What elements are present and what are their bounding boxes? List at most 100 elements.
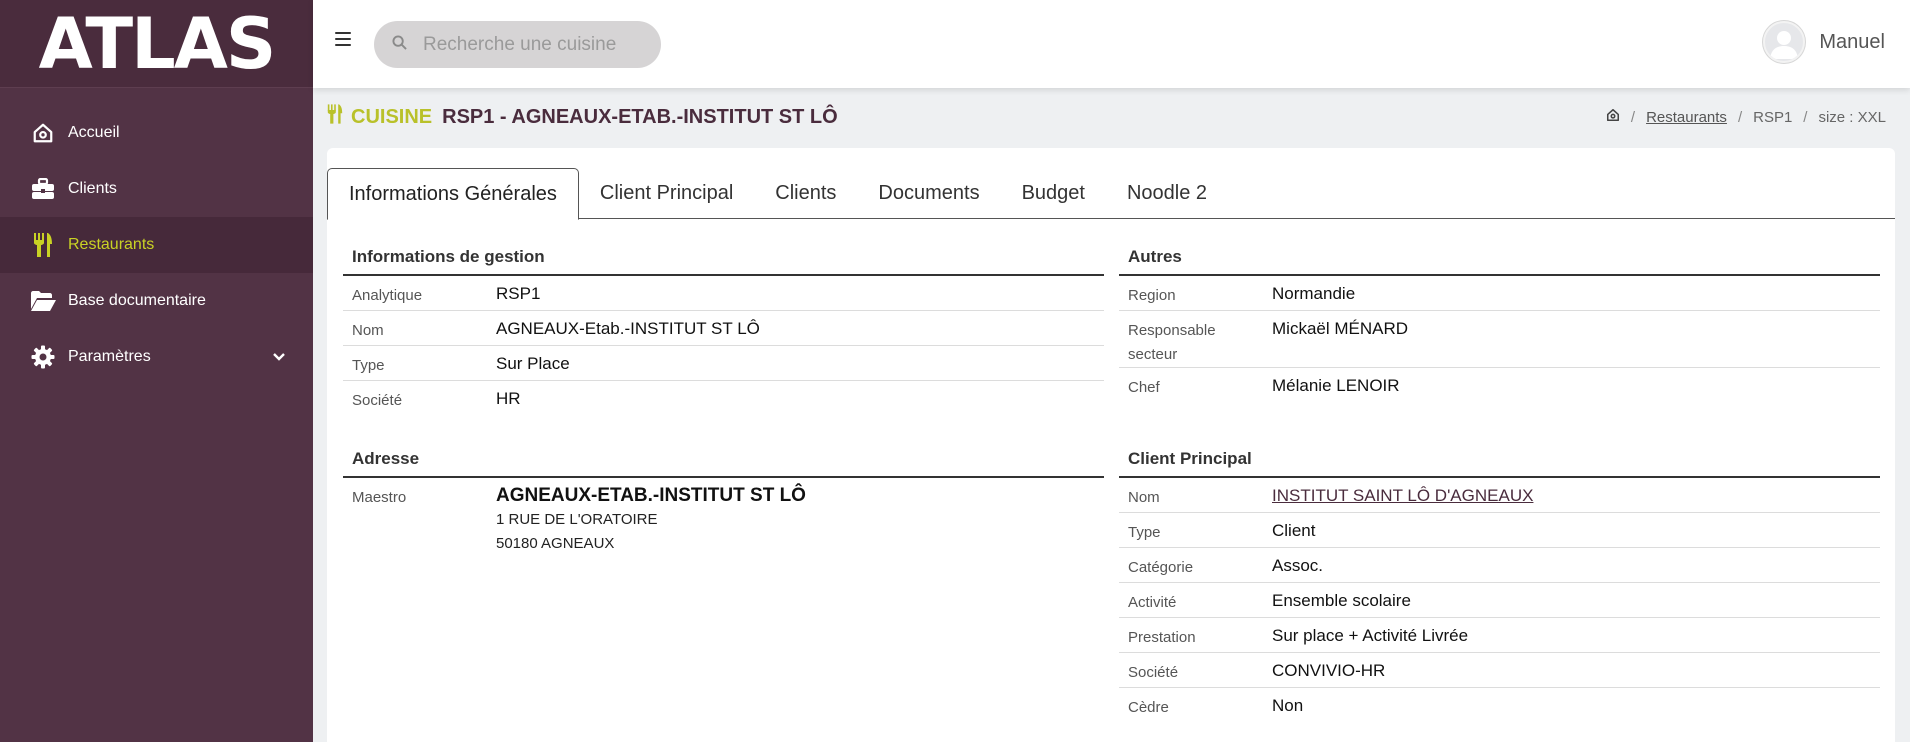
tab-informations-generales[interactable]: Informations Générales — [327, 168, 579, 220]
field-value: Client — [1272, 521, 1316, 540]
user-menu[interactable]: Manuel — [1763, 21, 1885, 63]
field-label: Activité — [1128, 594, 1177, 611]
folder-open-icon — [30, 288, 56, 314]
tab-clients[interactable]: Clients — [754, 168, 857, 219]
avatar[interactable] — [1763, 21, 1806, 63]
field-value: Sur Place — [496, 354, 570, 373]
field-value: Ensemble scolaire — [1272, 591, 1411, 610]
tab-budget[interactable]: Budget — [1001, 168, 1106, 219]
panel-title: Informations de gestion — [343, 238, 1104, 276]
breadcrumb: / Restaurants / RSP1 / size : XXL — [1606, 108, 1886, 126]
detail-card: Informations Générales Client Principal … — [327, 148, 1895, 742]
field-label: Prestation — [1128, 629, 1196, 646]
field-value: HR — [496, 389, 521, 408]
breadcrumb-separator: / — [1630, 108, 1636, 126]
page-header: CUISINE RSP1 - AGNEAUX-ETAB.-INSTITUT ST… — [327, 104, 1886, 132]
page-name: RSP1 - AGNEAUX-ETAB.-INSTITUT ST LÔ — [442, 105, 838, 128]
table-row: Type Sur Place — [343, 346, 1104, 381]
address-city: 50180 AGNEAUX — [496, 535, 615, 552]
sidebar-item-label: Accueil — [68, 124, 120, 141]
tab-client-principal[interactable]: Client Principal — [579, 168, 754, 219]
field-label: Responsable secteur — [1128, 322, 1216, 363]
table-row: Cèdre Non — [1119, 688, 1880, 723]
home-icon — [30, 120, 56, 146]
table-row: Nom INSTITUT SAINT LÔ D'AGNEAUX — [1119, 478, 1880, 513]
panel-title: Autres — [1119, 238, 1880, 276]
field-label: Region — [1128, 287, 1176, 304]
table-row: Type Client — [1119, 513, 1880, 548]
chevron-down-icon[interactable] — [273, 349, 285, 367]
table-row: Maestro AGNEAUX-ETAB.-INSTITUT ST LÔ 1 R… — [343, 478, 1104, 556]
field-label: Nom — [352, 322, 384, 339]
table-row: Activité Ensemble scolaire — [1119, 583, 1880, 618]
field-value: Normandie — [1272, 284, 1356, 303]
field-value: INSTITUT SAINT LÔ D'AGNEAUX — [1272, 478, 1880, 512]
client-principal-panel: Client Principal Nom INSTITUT SAINT LÔ D… — [1119, 440, 1880, 723]
panel-title: Client Principal — [1119, 440, 1880, 478]
sidebar-item-clients[interactable]: Clients — [0, 161, 313, 217]
field-label: Chef — [1128, 379, 1160, 396]
address-block: AGNEAUX-ETAB.-INSTITUT ST LÔ 1 RUE DE L'… — [496, 478, 1104, 556]
field-value: Mélanie LENOIR — [1272, 376, 1400, 395]
field-value: AGNEAUX-Etab.-INSTITUT ST LÔ — [496, 319, 760, 338]
fork-knife-icon — [327, 104, 343, 130]
field-value: Sur place + Activité Livrée — [1272, 626, 1469, 645]
client-link[interactable]: INSTITUT SAINT LÔ D'AGNEAUX — [1272, 486, 1533, 505]
table-row: Region Normandie — [1119, 276, 1880, 311]
breadcrumb-size: size : XXL — [1818, 108, 1886, 126]
address-street: 1 RUE DE L'ORATOIRE — [496, 511, 658, 528]
sidebar-item-label: Restaurants — [68, 236, 155, 253]
sidebar-item-label: Base documentaire — [68, 292, 206, 309]
sidebar-item-label: Clients — [68, 180, 117, 197]
field-label: Nom — [1128, 489, 1160, 506]
address-name: AGNEAUX-ETAB.-INSTITUT ST LÔ — [496, 485, 806, 506]
field-label: Cèdre — [1128, 699, 1169, 716]
field-value: CONVIVIO-HR — [1272, 661, 1386, 680]
breadcrumb-separator: / — [1737, 108, 1743, 126]
adresse-panel: Adresse Maestro AGNEAUX-ETAB.-INSTITUT S… — [343, 440, 1104, 556]
field-label: Analytique — [352, 287, 423, 304]
breadcrumb-home-icon[interactable] — [1606, 108, 1620, 126]
panel-title: Adresse — [343, 440, 1104, 478]
search-input[interactable] — [423, 33, 643, 56]
field-value: Mickaël MÉNARD — [1272, 319, 1409, 338]
sidebar-item-accueil[interactable]: Accueil — [0, 105, 313, 161]
menu-toggle-icon[interactable] — [335, 32, 351, 46]
user-name[interactable]: Manuel — [1819, 31, 1885, 54]
tab-bar: Informations Générales Client Principal … — [327, 168, 1895, 220]
tab-noodle-2[interactable]: Noodle 2 — [1106, 168, 1228, 219]
table-row: Société CONVIVIO-HR — [1119, 653, 1880, 688]
sidebar-item-label: Paramètres — [68, 348, 151, 365]
search-box[interactable] — [374, 21, 661, 68]
field-label: Société — [1128, 664, 1179, 681]
gestion-panel: Informations de gestion Analytique RSP1 … — [343, 238, 1104, 416]
page-kind: CUISINE — [351, 105, 433, 128]
sidebar-item-base-documentaire[interactable]: Base documentaire — [0, 273, 313, 329]
sidebar-nav: Accueil Clients Restaurants Base documen… — [0, 88, 313, 385]
field-value: Non — [1272, 696, 1304, 715]
field-label: Type — [352, 357, 385, 374]
app-logo[interactable]: ATLAS — [0, 0, 313, 88]
field-value: RSP1 — [496, 284, 541, 303]
fork-knife-icon — [30, 232, 56, 258]
breadcrumb-code: RSP1 — [1753, 108, 1793, 126]
field-label: Type — [1128, 524, 1161, 541]
table-row: Responsable secteur Mickaël MÉNARD — [1119, 311, 1880, 368]
topbar: Manuel — [313, 0, 1910, 88]
gear-icon — [30, 344, 56, 370]
page-title: CUISINE RSP1 - AGNEAUX-ETAB.-INSTITUT ST… — [327, 104, 838, 130]
table-row: Nom AGNEAUX-Etab.-INSTITUT ST LÔ — [343, 311, 1104, 346]
table-row: Prestation Sur place + Activité Livrée — [1119, 618, 1880, 653]
sidebar-item-restaurants[interactable]: Restaurants — [0, 217, 313, 273]
sidebar-item-parametres[interactable]: Paramètres — [0, 329, 313, 385]
breadcrumb-restaurants-link[interactable]: Restaurants — [1646, 109, 1727, 126]
field-label: Société — [352, 392, 403, 409]
table-row: Catégorie Assoc. — [1119, 548, 1880, 583]
field-label: Catégorie — [1128, 559, 1194, 576]
autres-panel: Autres Region Normandie Responsable sect… — [1119, 238, 1880, 403]
field-value: Assoc. — [1272, 556, 1324, 575]
table-row: Chef Mélanie LENOIR — [1119, 368, 1880, 403]
field-label: Maestro — [352, 489, 407, 506]
tab-documents[interactable]: Documents — [857, 168, 1000, 219]
table-row: Analytique RSP1 — [343, 276, 1104, 311]
